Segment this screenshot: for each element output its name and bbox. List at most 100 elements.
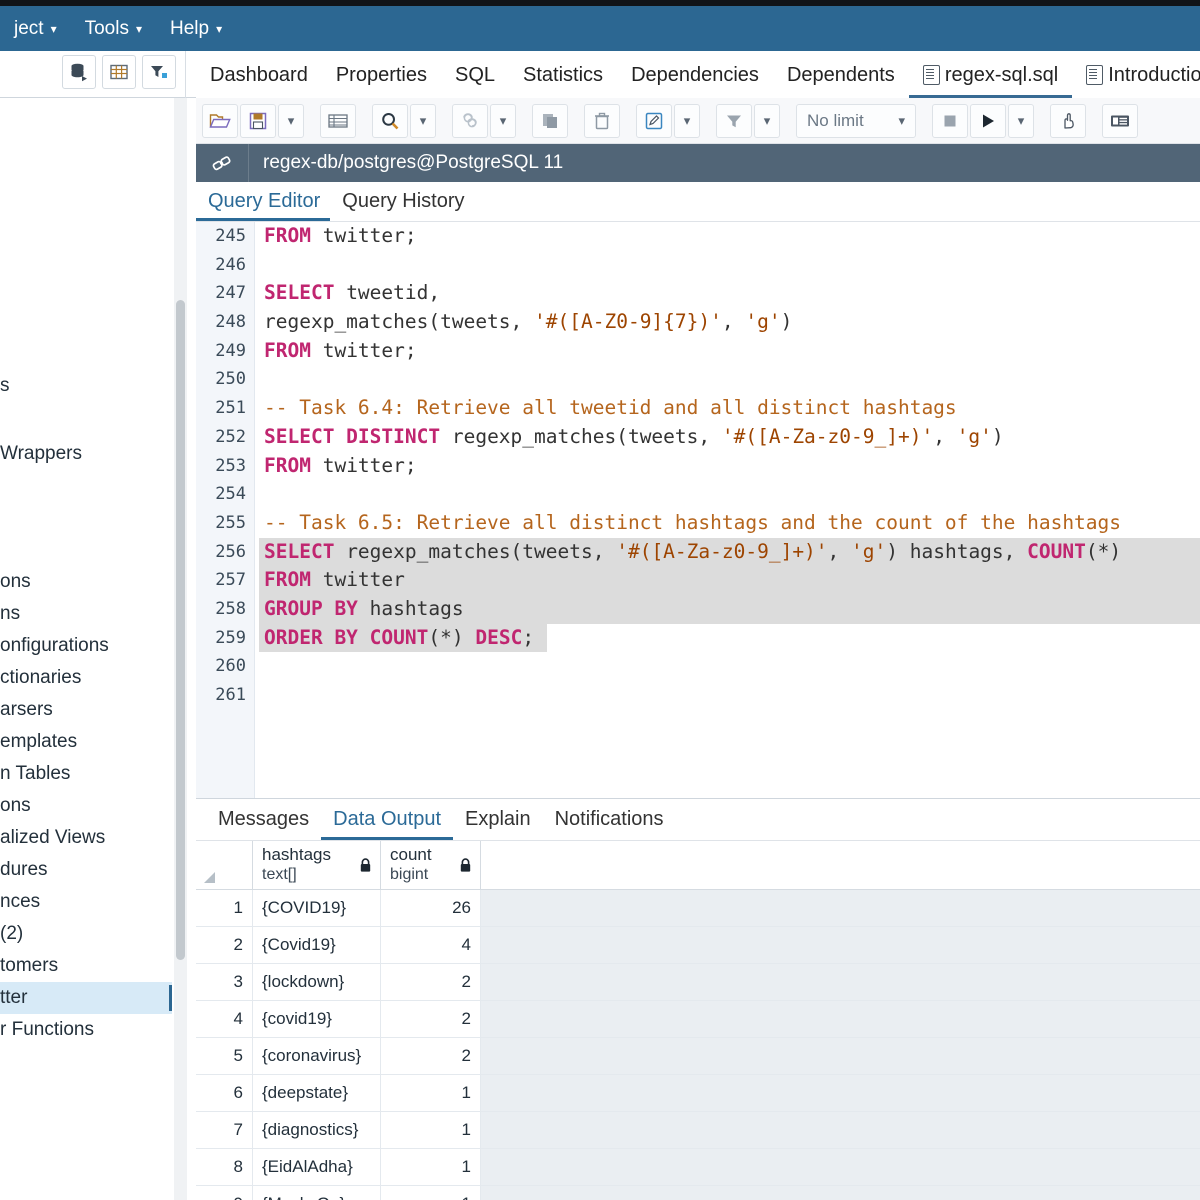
data-output-grid[interactable]: hashtagstext[]countbigint 1{COVID19}262{… (196, 841, 1200, 1200)
table-row[interactable]: 5{coronavirus}2 (196, 1038, 1200, 1075)
tab-dependencies[interactable]: Dependencies (617, 54, 773, 98)
cell-count[interactable]: 2 (381, 964, 481, 1000)
open-file-button[interactable] (202, 104, 238, 138)
row-limit-select[interactable]: No limit ▾ (796, 104, 916, 138)
table-row[interactable]: 1{COVID19}26 (196, 890, 1200, 927)
tab-query-history[interactable]: Query History (330, 183, 474, 221)
cell-hashtags[interactable]: {Covid19} (253, 927, 381, 963)
edit-data-button[interactable] (320, 104, 356, 138)
menu-help[interactable]: Help▾ (156, 6, 236, 51)
tab-properties[interactable]: Properties (322, 54, 441, 98)
filter-options-dropdown[interactable]: ▾ (754, 104, 780, 138)
object-toolbar-table[interactable] (102, 55, 136, 89)
save-file-button[interactable] (240, 104, 276, 138)
grid-corner-cell[interactable] (196, 841, 253, 889)
code-line[interactable]: 253FROM twitter; (255, 452, 1200, 481)
sidebar-item-1[interactable]: Wrappers (0, 438, 172, 470)
tab-data-output[interactable]: Data Output (321, 800, 453, 840)
edit-options-dropdown[interactable]: ▾ (674, 104, 700, 138)
tab-statistics[interactable]: Statistics (509, 54, 617, 98)
cell-count[interactable]: 1 (381, 1112, 481, 1148)
sidebar-item-4[interactable]: onfigurations (0, 630, 172, 662)
sidebar-item-14[interactable]: tomers (0, 950, 172, 982)
table-row[interactable]: 3{lockdown}2 (196, 964, 1200, 1001)
object-toolbar-database[interactable] (62, 55, 96, 89)
copy-button[interactable] (452, 104, 488, 138)
code-line[interactable]: 254 (255, 480, 1200, 509)
object-toolbar-filter[interactable] (142, 55, 176, 89)
code-line[interactable]: 256SELECT regexp_matches(tweets, '#([A-Z… (255, 538, 1200, 567)
code-line[interactable]: 245FROM twitter; (255, 222, 1200, 251)
tab-dependents[interactable]: Dependents (773, 54, 909, 98)
execute-query-button[interactable] (970, 104, 1006, 138)
cell-count[interactable]: 1 (381, 1149, 481, 1185)
cell-count[interactable]: 1 (381, 1075, 481, 1111)
find-options-dropdown[interactable]: ▾ (410, 104, 436, 138)
cell-hashtags[interactable]: {diagnostics} (253, 1112, 381, 1148)
code-line[interactable]: 246 (255, 251, 1200, 280)
menu-tools[interactable]: Tools▾ (71, 6, 156, 51)
tab-explain[interactable]: Explain (453, 800, 543, 840)
table-row[interactable]: 6{deepstate}1 (196, 1075, 1200, 1112)
grid-column-header[interactable]: countbigint (381, 841, 481, 889)
copy-options-dropdown[interactable]: ▾ (490, 104, 516, 138)
tab-sql[interactable]: SQL (441, 54, 509, 98)
code-line[interactable]: 250 (255, 365, 1200, 394)
save-options-dropdown[interactable]: ▾ (278, 104, 304, 138)
cell-count[interactable]: 1 (381, 1186, 481, 1200)
stop-query-button[interactable] (932, 104, 968, 138)
code-line[interactable]: 255-- Task 6.5: Retrieve all distinct ha… (255, 509, 1200, 538)
code-line[interactable]: 257FROM twitter (255, 566, 1200, 595)
sql-code-editor[interactable]: 245FROM twitter;246247SELECT tweetid,248… (196, 222, 1200, 798)
tab-messages[interactable]: Messages (206, 800, 321, 840)
sidebar-item-5[interactable]: ctionaries (0, 662, 172, 694)
cell-hashtags[interactable]: {COVID19} (253, 890, 381, 926)
code-line[interactable]: 259ORDER BY COUNT(*) DESC; (255, 624, 1200, 653)
sidebar-scrollbar-thumb[interactable] (176, 300, 185, 960)
sidebar-item-13[interactable]: (2) (0, 918, 172, 950)
sidebar-item-7[interactable]: emplates (0, 726, 172, 758)
explain-button[interactable] (1050, 104, 1086, 138)
paste-button[interactable] (532, 104, 568, 138)
tab-regex-sql-sql[interactable]: regex-sql.sql (909, 54, 1072, 98)
cell-hashtags[interactable]: {coronavirus} (253, 1038, 381, 1074)
sidebar-item-10[interactable]: alized Views (0, 822, 172, 854)
tab-dashboard[interactable]: Dashboard (196, 54, 322, 98)
find-button[interactable] (372, 104, 408, 138)
sidebar-item-3[interactable]: ns (0, 598, 172, 630)
menu-object[interactable]: ject▾ (0, 6, 71, 51)
sidebar-item-6[interactable]: arsers (0, 694, 172, 726)
sidebar-item-8[interactable]: n Tables (0, 758, 172, 790)
cell-count[interactable]: 2 (381, 1038, 481, 1074)
grid-column-header[interactable]: hashtagstext[] (253, 841, 381, 889)
sidebar-item-9[interactable]: ons (0, 790, 172, 822)
sidebar-item-12[interactable]: nces (0, 886, 172, 918)
code-lines[interactable]: 245FROM twitter;246247SELECT tweetid,248… (255, 222, 1200, 798)
code-line[interactable]: 251-- Task 6.4: Retrieve all tweetid and… (255, 394, 1200, 423)
sidebar-item-15[interactable]: tter (0, 982, 172, 1014)
cell-hashtags[interactable]: {deepstate} (253, 1075, 381, 1111)
code-line[interactable]: 258GROUP BY hashtags (255, 595, 1200, 624)
tab-query-editor[interactable]: Query Editor (196, 183, 330, 221)
sidebar-item-2[interactable]: ons (0, 566, 172, 598)
code-line[interactable]: 252SELECT DISTINCT regexp_matches(tweets… (255, 423, 1200, 452)
table-row[interactable]: 4{covid19}2 (196, 1001, 1200, 1038)
tab-notifications[interactable]: Notifications (543, 800, 676, 840)
code-line[interactable]: 248regexp_matches(tweets, '#([A-Z0-9]{7}… (255, 308, 1200, 337)
cell-hashtags[interactable]: {MasksOn} (253, 1186, 381, 1200)
delete-button[interactable] (584, 104, 620, 138)
filter-button[interactable] (716, 104, 752, 138)
code-line[interactable]: 249FROM twitter; (255, 337, 1200, 366)
table-row[interactable]: 2{Covid19}4 (196, 927, 1200, 964)
edit-button[interactable] (636, 104, 672, 138)
macros-button[interactable] (1102, 104, 1138, 138)
tab-introduction[interactable]: Introduction (1072, 54, 1200, 98)
sidebar-item-0[interactable]: s (0, 370, 172, 402)
code-line[interactable]: 260 (255, 652, 1200, 681)
cell-count[interactable]: 2 (381, 1001, 481, 1037)
table-row[interactable]: 8{EidAlAdha}1 (196, 1149, 1200, 1186)
cell-count[interactable]: 4 (381, 927, 481, 963)
code-line[interactable]: 261 (255, 681, 1200, 710)
cell-hashtags[interactable]: {lockdown} (253, 964, 381, 1000)
table-row[interactable]: 7{diagnostics}1 (196, 1112, 1200, 1149)
